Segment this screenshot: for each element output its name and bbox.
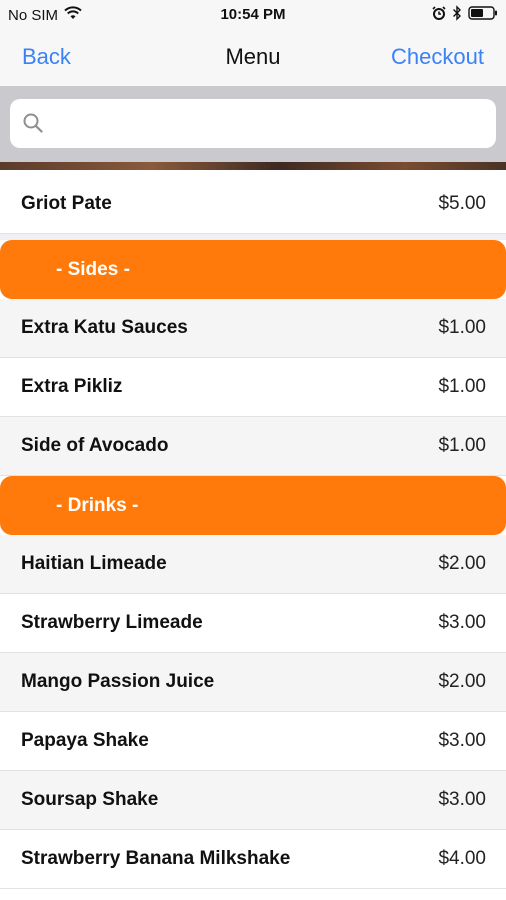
item-price: $1.00 (438, 435, 486, 456)
item-price: $4.00 (438, 848, 486, 869)
item-name: Extra Katu Sauces (21, 317, 188, 338)
item-name: Mango Passion Juice (21, 671, 215, 692)
item-name: Extra Pikliz (21, 376, 123, 397)
menu-list[interactable]: Griot Pate $5.00 - Sides - Extra Katu Sa… (0, 175, 506, 889)
battery-icon (468, 6, 498, 25)
item-price: $1.00 (438, 317, 486, 338)
menu-item-extra-katu-sauces[interactable]: Extra Katu Sauces $1.00 (0, 299, 506, 358)
item-price: $2.00 (438, 553, 486, 574)
search-box[interactable] (10, 99, 496, 148)
search-bar-container (0, 86, 506, 164)
menu-item-griot-pate[interactable]: Griot Pate $5.00 (0, 175, 506, 234)
item-name: Haitian Limeade (21, 553, 167, 574)
item-price: $2.00 (438, 671, 486, 692)
section-label: - Sides - (56, 258, 130, 280)
section-label: - Drinks - (56, 494, 139, 516)
item-name: Strawberry Banana Milkshake (21, 848, 291, 869)
item-price: $3.00 (438, 789, 486, 810)
navigation-bar: Back Menu Checkout (0, 30, 506, 86)
menu-item-haitian-limeade[interactable]: Haitian Limeade $2.00 (0, 535, 506, 594)
item-name: Side of Avocado (21, 435, 169, 456)
menu-item-soursap-shake[interactable]: Soursap Shake $3.00 (0, 771, 506, 830)
search-icon (22, 112, 44, 134)
header-photo-strip (0, 162, 506, 170)
menu-item-papaya-shake[interactable]: Papaya Shake $3.00 (0, 712, 506, 771)
item-name: Griot Pate (21, 193, 112, 214)
alarm-icon (432, 6, 446, 25)
item-name: Strawberry Limeade (21, 612, 203, 633)
menu-item-strawberry-limeade[interactable]: Strawberry Limeade $3.00 (0, 594, 506, 653)
section-header-sides: - Sides - (0, 240, 506, 299)
item-name: Papaya Shake (21, 730, 149, 751)
item-name: Soursap Shake (21, 789, 159, 810)
menu-item-side-of-avocado[interactable]: Side of Avocado $1.00 (0, 417, 506, 476)
menu-item-strawberry-banana-milkshake[interactable]: Strawberry Banana Milkshake $4.00 (0, 830, 506, 889)
item-price: $3.00 (438, 612, 486, 633)
bluetooth-icon (452, 5, 462, 26)
item-price: $3.00 (438, 730, 486, 751)
status-right (432, 5, 498, 26)
checkout-button[interactable]: Checkout (391, 44, 484, 70)
menu-item-extra-pikliz[interactable]: Extra Pikliz $1.00 (0, 358, 506, 417)
search-input[interactable] (52, 109, 482, 139)
menu-item-mango-passion-juice[interactable]: Mango Passion Juice $2.00 (0, 653, 506, 712)
status-bar: No SIM 10:54 PM (0, 0, 506, 30)
section-header-drinks: - Drinks - (0, 476, 506, 535)
item-price: $1.00 (438, 376, 486, 397)
status-time: 10:54 PM (220, 6, 286, 23)
item-price: $5.00 (438, 193, 486, 214)
